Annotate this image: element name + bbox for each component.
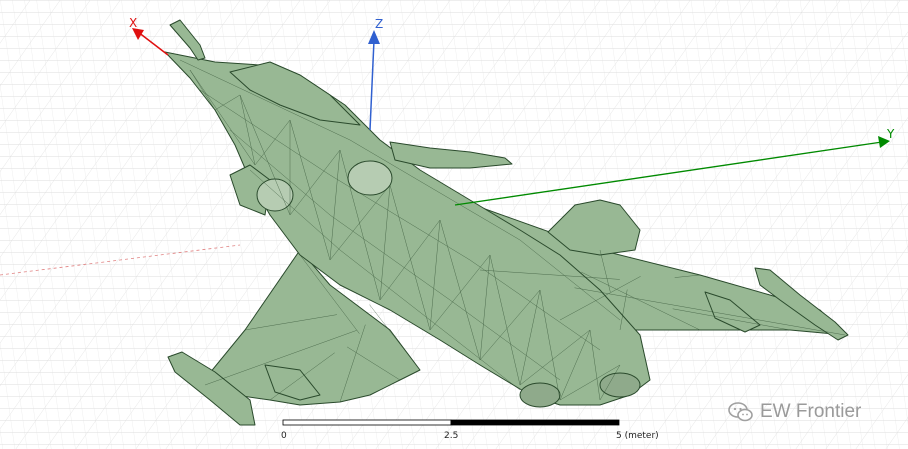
x-axis-label: X — [129, 16, 137, 30]
3d-viewport[interactable]: Z Y X 0 2.5 5 (meter) EW Frontier — [0, 0, 908, 449]
watermark: EW Frontier — [728, 400, 861, 424]
right-nozzle — [599, 372, 641, 398]
scale-tick-end: 5 (meter) — [616, 431, 659, 441]
z-axis-label: Z — [375, 17, 383, 31]
watermark-text: EW Frontier — [760, 401, 862, 422]
y-axis-label: Y — [886, 127, 895, 141]
left-intake — [256, 178, 294, 212]
scale-tick-mid: 2.5 — [444, 431, 459, 441]
scene: Z Y X — [0, 0, 908, 449]
wechat-icon — [728, 402, 753, 422]
left-nozzle — [519, 382, 561, 408]
scale-bar — [282, 419, 620, 426]
scale-tick-0: 0 — [281, 431, 287, 441]
